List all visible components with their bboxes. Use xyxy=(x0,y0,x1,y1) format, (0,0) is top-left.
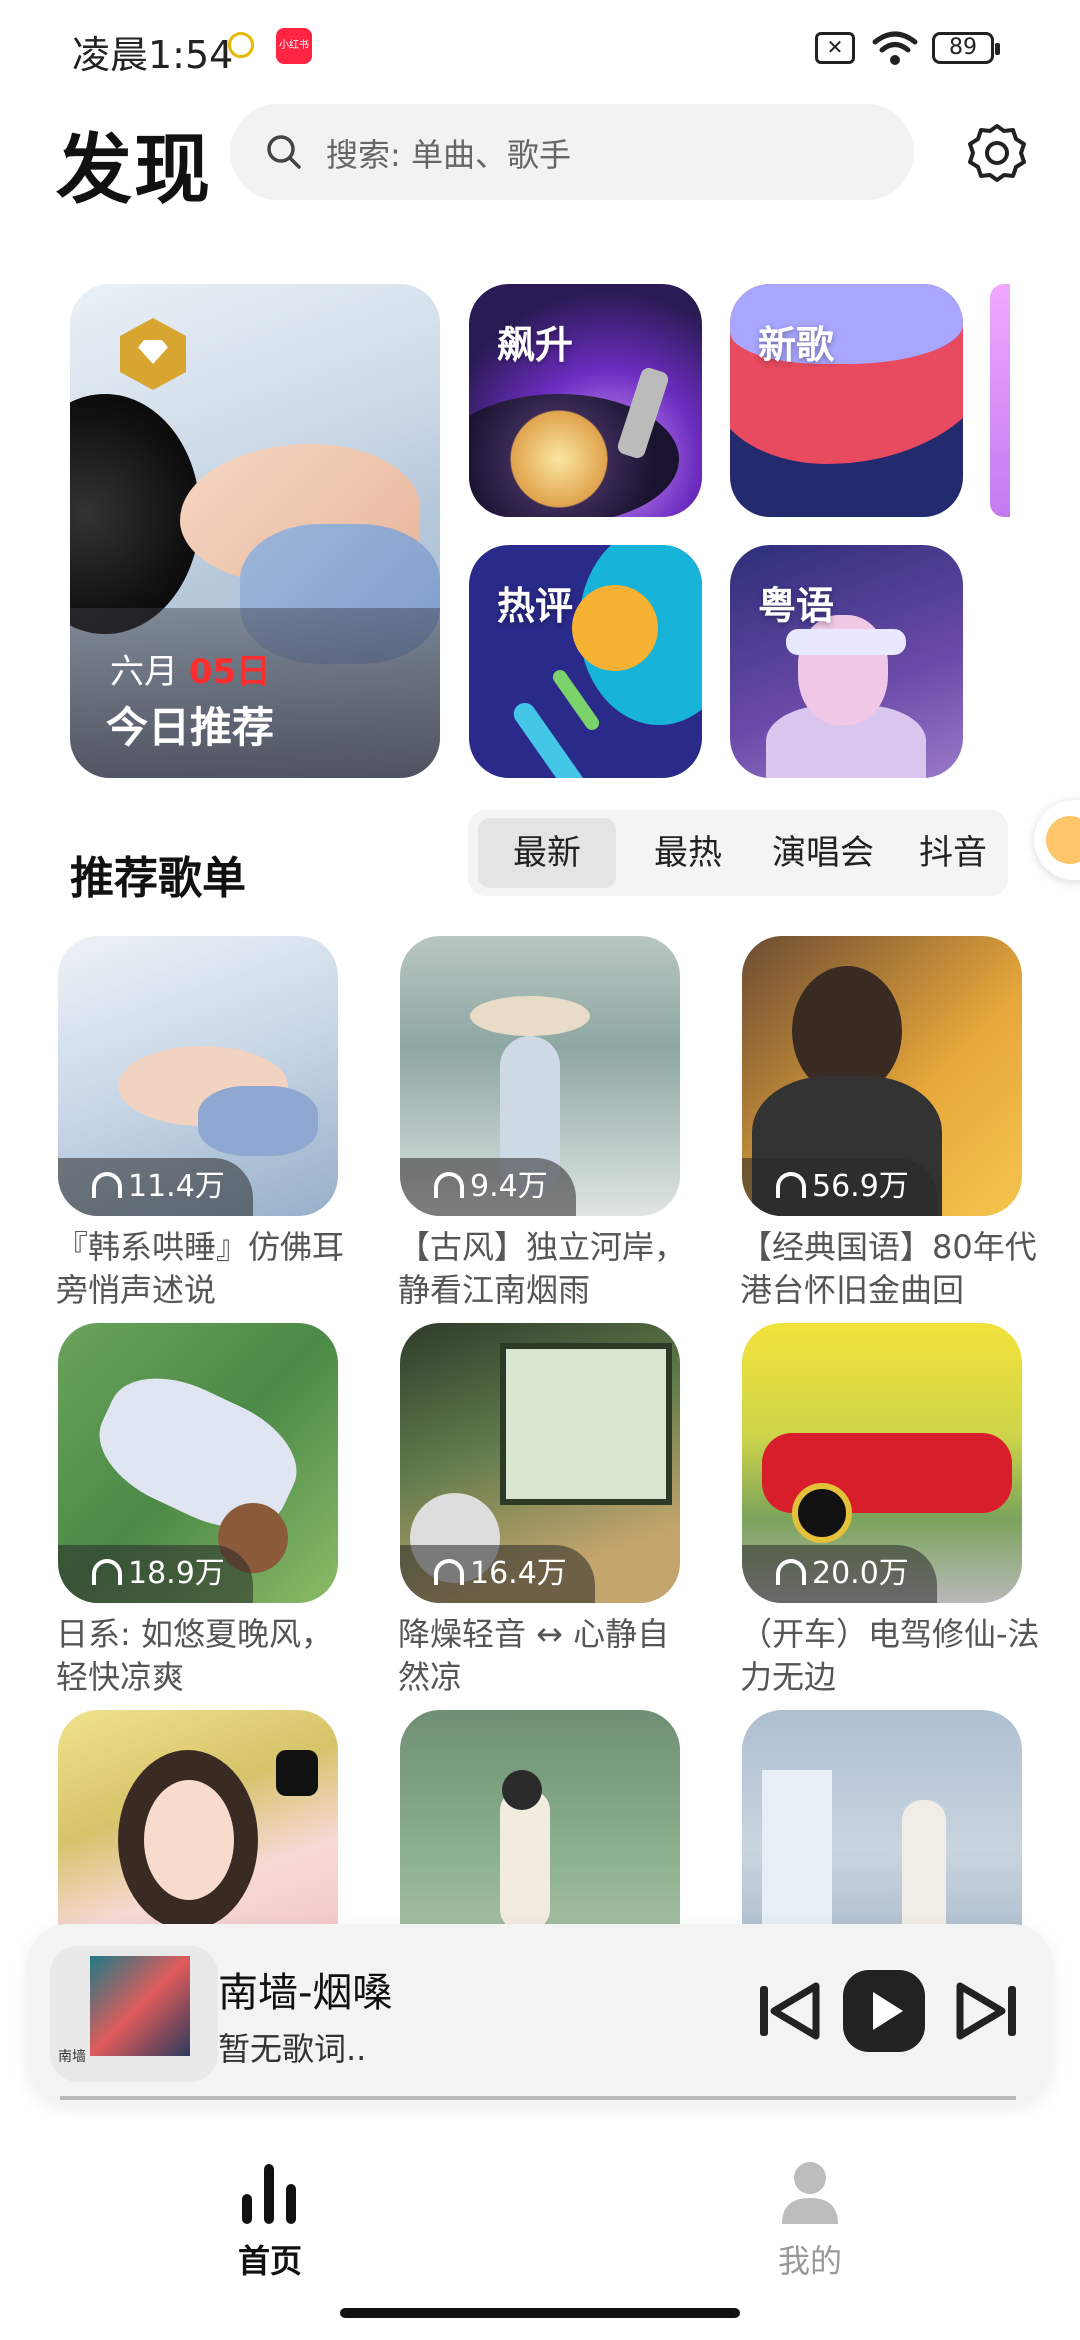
playback-progress[interactable] xyxy=(60,2096,1016,2100)
settings-icon[interactable] xyxy=(966,122,1028,184)
tile-hot-comments-label: 热评 xyxy=(497,584,574,628)
floating-action-button[interactable] xyxy=(1034,800,1080,880)
profile-icon xyxy=(782,2162,838,2224)
tab-latest[interactable]: 最新 xyxy=(478,818,616,888)
daily-month: 六月 xyxy=(110,652,178,692)
nav-home[interactable]: 首页 xyxy=(160,2150,380,2280)
play-count: 20.0万 xyxy=(742,1545,937,1603)
play-count: 16.4万 xyxy=(400,1545,595,1603)
window-shape xyxy=(500,1343,672,1505)
no-sim-icon: ✕ xyxy=(815,32,855,64)
tab-douyin[interactable]: 抖音 xyxy=(908,810,998,896)
now-playing-lyric: 暂无歌词.. xyxy=(218,2030,367,2068)
home-indicator xyxy=(340,2308,740,2318)
playlist-title: 降燥轻音 ↔ 心静自然凉 xyxy=(398,1615,670,1696)
headphones-icon xyxy=(92,1172,122,1198)
page-title: 发现 xyxy=(56,125,212,214)
bottom-nav: 首页 我的 xyxy=(0,2120,1080,2340)
play-count-value: 20.0万 xyxy=(812,1556,909,1591)
playlist-cover: 20.0万 xyxy=(742,1323,1022,1603)
search-icon xyxy=(267,135,301,169)
now-playing-title: 南墙-烟嗓 xyxy=(218,1970,393,2016)
section-title: 推荐歌单 xyxy=(70,853,246,904)
nav-home-label: 首页 xyxy=(237,2242,302,2280)
play-count-value: 56.9万 xyxy=(812,1169,909,1204)
nav-mine[interactable]: 我的 xyxy=(700,2150,920,2280)
daily-day: 05日 xyxy=(188,652,271,692)
search-placeholder: 搜索: 单曲、歌手 xyxy=(326,136,571,174)
wifi-icon xyxy=(872,31,918,65)
tile-new-songs[interactable]: 新歌 xyxy=(730,284,963,517)
playlist-cover: 16.4万 xyxy=(400,1323,680,1603)
play-count: 56.9万 xyxy=(742,1158,937,1216)
daily-label: 今日推荐 xyxy=(106,703,275,752)
daily-date: 六月 05日 xyxy=(110,644,270,693)
headphones-icon xyxy=(776,1172,806,1198)
status-bar: 凌晨1:54 小红书 ✕ 89 xyxy=(0,0,1080,96)
playlist-title: 『韩系哄睡』仿佛耳旁悄声述说 xyxy=(56,1228,345,1309)
xiaohongshu-app-icon: 小红书 xyxy=(276,28,312,64)
tiktok-icon xyxy=(276,1750,318,1796)
tab-hottest[interactable]: 最热 xyxy=(638,810,738,896)
mini-player[interactable]: 南墙 南墙-烟嗓 暂无歌词.. xyxy=(28,1924,1052,2104)
tab-concerts[interactable]: 演唱会 xyxy=(758,810,888,896)
playlist-cover: 9.4万 xyxy=(400,936,680,1216)
tile-hot-comments[interactable]: 热评 xyxy=(469,545,702,778)
playlist-tabs: 最新 最热 演唱会 抖音 xyxy=(468,810,1008,896)
playlist-title: 【经典国语】80年代港台怀旧金曲回 xyxy=(740,1228,1037,1309)
headphones-icon xyxy=(434,1172,464,1198)
play-count: 9.4万 xyxy=(400,1158,576,1216)
tile-cantonese-label: 粤语 xyxy=(758,584,835,628)
status-time: 凌晨1:54 xyxy=(72,33,234,77)
header: 发现 搜索: 单曲、歌手 xyxy=(0,96,1080,214)
cover-figure-face xyxy=(144,1780,234,1900)
play-button[interactable] xyxy=(843,1970,925,2052)
next-track-icon[interactable] xyxy=(956,1982,1018,2040)
album-art[interactable]: 南墙 xyxy=(50,1946,218,2082)
cover-figure xyxy=(500,1790,550,1930)
album-art-caption: 南墙 xyxy=(58,2049,86,2065)
diamond-badge-icon xyxy=(120,318,186,390)
race-car-wheel xyxy=(792,1483,852,1543)
figure-visor xyxy=(786,629,906,655)
alarm-icon xyxy=(228,32,254,58)
playlist-cover: 18.9万 xyxy=(58,1323,338,1603)
playlist-title: 【古风】独立河岸，静看江南烟雨 xyxy=(398,1228,687,1309)
home-icon xyxy=(242,2164,298,2224)
cover-figure-dress xyxy=(198,1086,318,1156)
tile-sun xyxy=(572,585,658,671)
album-art-image xyxy=(90,1956,190,2056)
tile-soaring-label: 飙升 xyxy=(497,323,574,367)
umbrella-shape xyxy=(470,996,590,1036)
previous-track-icon[interactable] xyxy=(758,1982,820,2040)
headphones-icon xyxy=(776,1559,806,1585)
tile-new-songs-label: 新歌 xyxy=(758,323,835,367)
play-count-value: 16.4万 xyxy=(470,1556,567,1591)
nav-mine-label: 我的 xyxy=(777,2242,842,2280)
battery-icon: 89 xyxy=(932,32,1000,64)
tile-partial-next[interactable] xyxy=(990,284,1010,517)
tile-soaring[interactable]: 飙升 xyxy=(469,284,702,517)
playlist-cover: 56.9万 xyxy=(742,936,1022,1216)
play-count-value: 11.4万 xyxy=(128,1169,225,1204)
playlist-cover: 11.4万 xyxy=(58,936,338,1216)
playlist-title: 日系: 如悠夏晚风，轻快凉爽 xyxy=(56,1615,333,1696)
playlist-title: （开车）电驾修仙-法力无边 xyxy=(740,1615,1040,1696)
tile-cantonese[interactable]: 粤语 xyxy=(730,545,963,778)
cover-figure-head xyxy=(502,1770,542,1810)
daily-recommend-card[interactable]: 六月 05日 今日推荐 xyxy=(70,284,440,778)
play-count-value: 18.9万 xyxy=(128,1556,225,1591)
headphones-icon xyxy=(434,1559,464,1585)
play-count: 18.9万 xyxy=(58,1545,253,1603)
headphones-icon xyxy=(92,1559,122,1585)
play-count-value: 9.4万 xyxy=(470,1169,548,1204)
search-input[interactable]: 搜索: 单曲、歌手 xyxy=(230,104,914,200)
play-count: 11.4万 xyxy=(58,1158,253,1216)
